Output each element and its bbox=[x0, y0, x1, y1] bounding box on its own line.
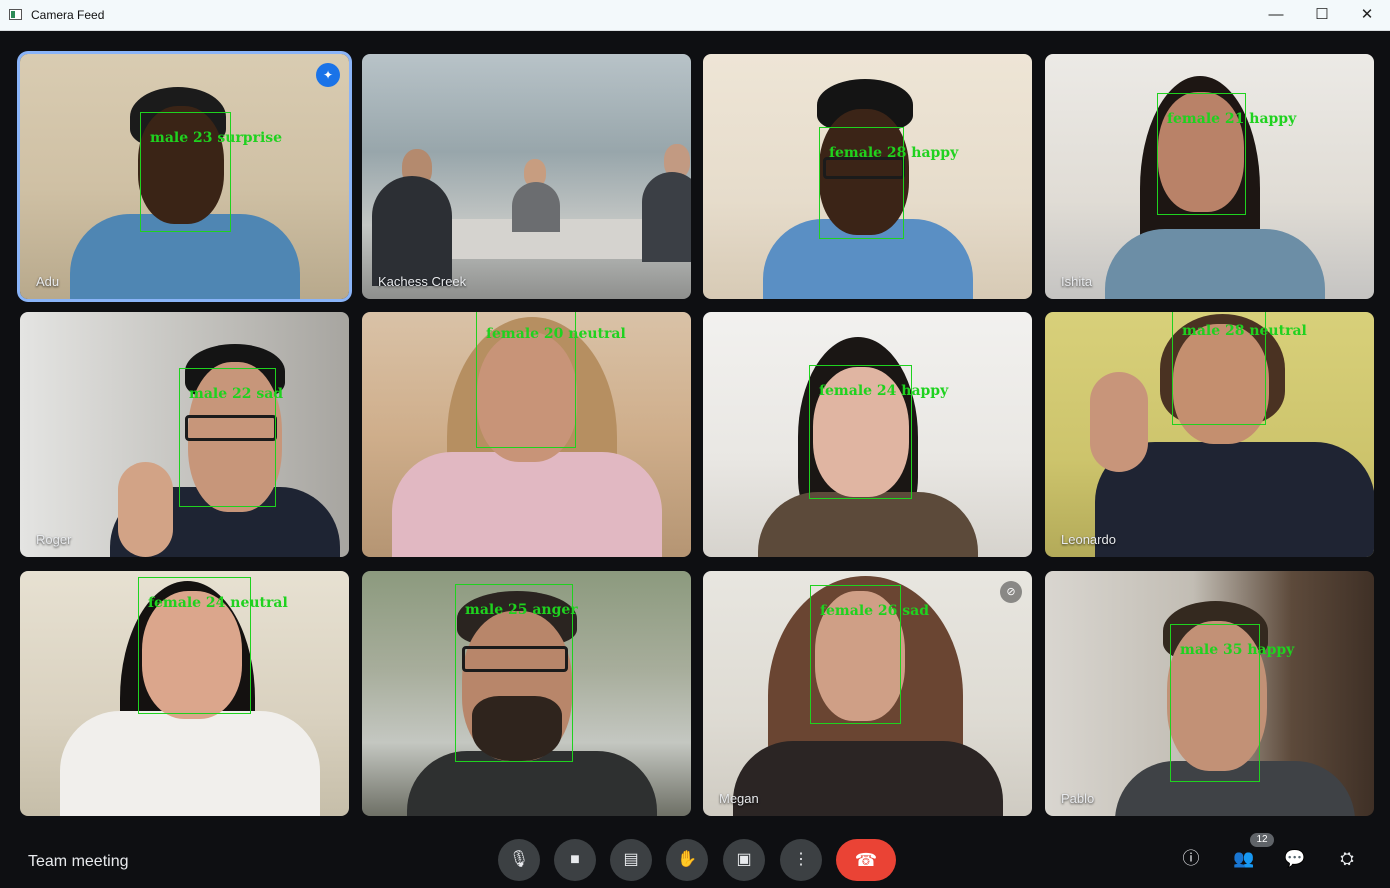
meeting-title: Team meeting bbox=[28, 853, 129, 870]
camera-button[interactable]: ■ bbox=[554, 839, 596, 881]
face-detection-box bbox=[819, 127, 904, 239]
captions-icon: ▤ bbox=[623, 851, 639, 868]
video-tile-adu[interactable]: male 23 surprise ✦ Adu bbox=[20, 54, 349, 299]
face-detection-label: male 25 anger bbox=[465, 602, 578, 618]
minimize-button[interactable]: — bbox=[1253, 0, 1299, 30]
camera-icon: ■ bbox=[570, 851, 580, 868]
end-call-button[interactable]: ☎ bbox=[836, 839, 896, 881]
face-detection-label: male 23 surprise bbox=[150, 130, 283, 146]
close-button[interactable]: ✕ bbox=[1344, 0, 1390, 30]
meeting-info-button[interactable]: ⓘ bbox=[1177, 845, 1205, 873]
face-detection-label: female 24 neutral bbox=[148, 595, 288, 611]
app-icon bbox=[9, 9, 22, 20]
face-detection-label: male 22 sad bbox=[189, 386, 284, 402]
video-tile-3[interactable]: female 28 happy bbox=[703, 54, 1032, 299]
meeting-view: male 23 surprise ✦ Adu Kachess Creek fem… bbox=[0, 31, 1390, 888]
maximize-button[interactable]: ☐ bbox=[1299, 0, 1345, 30]
raise-hand-button[interactable]: ✋ bbox=[666, 839, 708, 881]
present-icon: ▣ bbox=[736, 851, 752, 868]
mic-off-icon: ⊘ bbox=[1000, 581, 1022, 603]
video-tile-room[interactable]: Kachess Creek bbox=[362, 54, 691, 299]
face-detection-label: female 26 sad bbox=[820, 603, 930, 619]
participant-count-badge: 12 bbox=[1250, 833, 1274, 847]
face-detection-label: male 28 neutral bbox=[1182, 323, 1307, 339]
chat-button[interactable]: 💬 bbox=[1281, 845, 1309, 873]
captions-button[interactable]: ▤ bbox=[610, 839, 652, 881]
face-detection-label: female 20 neutral bbox=[486, 326, 626, 342]
participant-name: Adu bbox=[36, 274, 60, 289]
pin-icon[interactable]: ✦ bbox=[316, 63, 340, 87]
face-detection-label: female 21 happy bbox=[1167, 111, 1297, 127]
participant-name: Pablo bbox=[1061, 791, 1095, 806]
participant-name: Roger bbox=[36, 532, 72, 547]
face-detection-label: female 24 happy bbox=[819, 383, 949, 399]
more-options-button[interactable]: ⋮ bbox=[780, 839, 822, 881]
present-button[interactable]: ▣ bbox=[723, 839, 765, 881]
raise-hand-icon: ✋ bbox=[677, 851, 697, 868]
people-button[interactable]: 👥 bbox=[1230, 845, 1258, 873]
more-vert-icon: ⋮ bbox=[793, 851, 809, 868]
chat-icon: 💬 bbox=[1284, 849, 1306, 868]
video-tile-pablo[interactable]: male 35 happy Pablo bbox=[1045, 571, 1374, 816]
activities-icon: ⛭ bbox=[1340, 849, 1354, 868]
participant-name: Kachess Creek bbox=[378, 274, 467, 289]
video-tile-9[interactable]: female 24 neutral bbox=[20, 571, 349, 816]
info-icon: ⓘ bbox=[1182, 849, 1200, 868]
participant-name: Leonardo bbox=[1061, 532, 1116, 547]
participant-name: Megan bbox=[719, 791, 759, 806]
face-detection-label: female 28 happy bbox=[829, 145, 959, 161]
video-tile-megan[interactable]: female 26 sad ⊘ Megan bbox=[703, 571, 1032, 816]
activities-button[interactable]: ⛭ bbox=[1333, 845, 1361, 873]
video-tile-leonardo[interactable]: male 28 neutral Leonardo bbox=[1045, 312, 1374, 557]
people-icon: 👥 bbox=[1233, 849, 1255, 868]
video-tile-ishita[interactable]: female 21 happy Ishita bbox=[1045, 54, 1374, 299]
microphone-button[interactable]: 🎙 bbox=[498, 839, 540, 881]
participant-name: Ishita bbox=[1061, 274, 1093, 289]
window-title: Camera Feed bbox=[31, 8, 105, 22]
video-tile-7[interactable]: female 24 happy bbox=[703, 312, 1032, 557]
phone-hangup-icon: ☎ bbox=[854, 850, 878, 870]
face-detection-label: male 35 happy bbox=[1180, 642, 1295, 658]
video-tile-6[interactable]: female 20 neutral bbox=[362, 312, 691, 557]
video-tile-10[interactable]: male 25 anger bbox=[362, 571, 691, 816]
microphone-icon: 🎙 bbox=[508, 851, 530, 868]
window-title-bar: Camera Feed — ☐ ✕ bbox=[0, 0, 1390, 31]
video-tile-roger[interactable]: male 22 sad Roger bbox=[20, 312, 349, 557]
